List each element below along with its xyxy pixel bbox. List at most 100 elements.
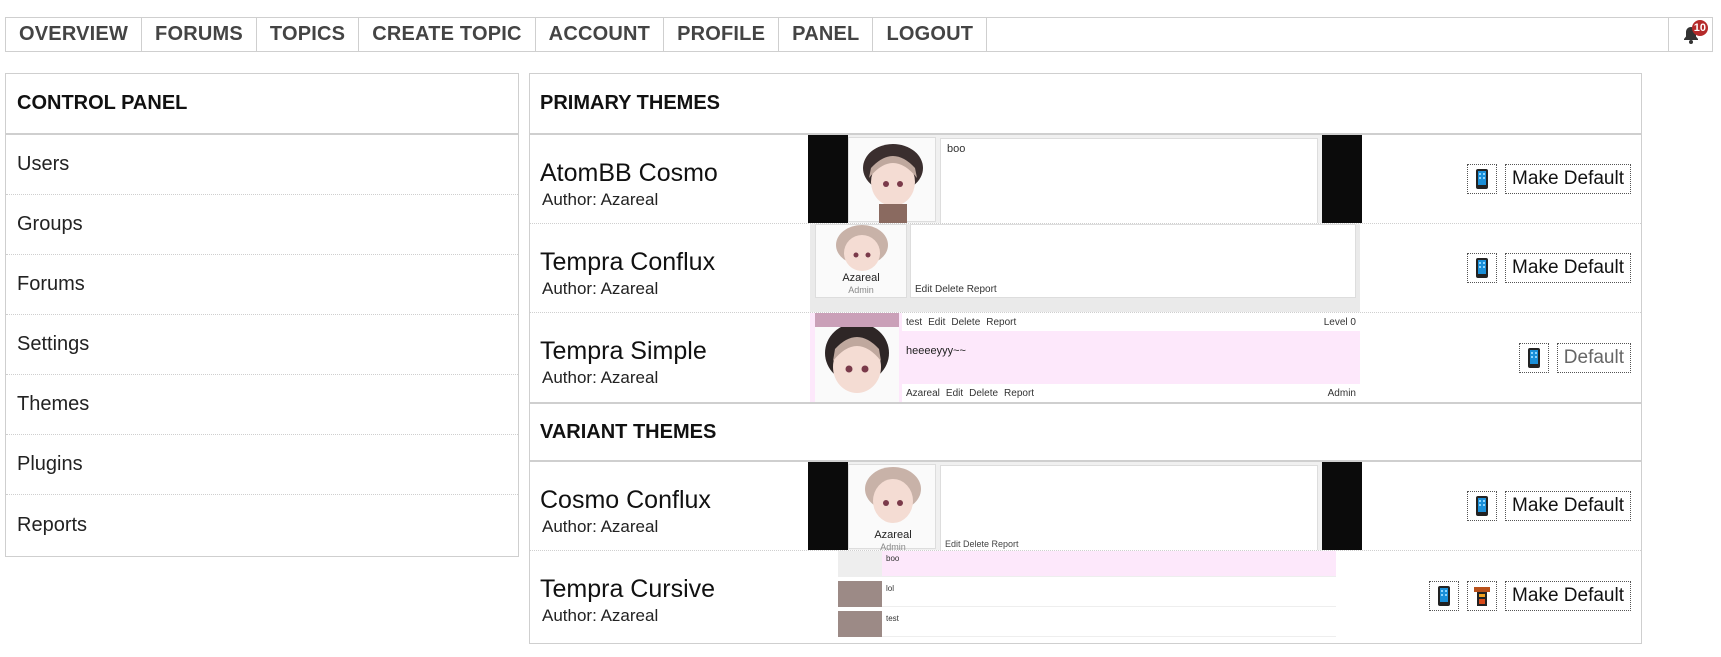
preview-author: test (906, 316, 923, 328)
default-button[interactable]: Default (1556, 342, 1631, 373)
mobile-icon (1476, 169, 1489, 189)
preview-report: Report (1004, 387, 1035, 399)
nav-forums[interactable]: FORUMS (142, 18, 257, 51)
cp-item-users[interactable]: Users (6, 135, 518, 195)
nav-logout[interactable]: LOGOUT (873, 18, 988, 51)
theme-name: AtomBB Cosmo (540, 159, 718, 187)
notifications-button[interactable]: 10 (1668, 18, 1712, 51)
nav-topics[interactable]: TOPICS (257, 18, 360, 51)
tower-icon (1474, 586, 1491, 606)
preview-level: Level 0 (1323, 316, 1356, 328)
top-nav: OVERVIEW FORUMS TOPICS CREATE TOPIC ACCO… (5, 17, 1713, 52)
theme-name: Tempra Simple (540, 337, 707, 365)
control-panel-title: CONTROL PANEL (6, 74, 518, 135)
variant-themes-title: VARIANT THEMES (530, 402, 1641, 462)
preview-message: heeeeyyy~~ (906, 345, 966, 357)
theme-author: Author: Azareal (542, 517, 659, 536)
preview-avatar (838, 551, 882, 577)
theme-row-tempra-conflux: Tempra Conflux Author: Azareal Azareal A… (530, 224, 1641, 313)
make-default-button[interactable]: Make Default (1505, 164, 1631, 194)
preview-message: test (886, 614, 899, 623)
mobile-icon (1438, 585, 1451, 606)
preview-role: Admin (848, 285, 874, 295)
make-default-button[interactable]: Make Default (1505, 253, 1631, 283)
preview-post-footer: Azareal Edit Delete Report Admin (902, 384, 1360, 402)
theme-name: Tempra Cursive (540, 575, 716, 603)
cp-item-groups[interactable]: Groups (6, 195, 518, 255)
preview-delete: Delete (969, 387, 999, 399)
preview-author: Azareal (906, 387, 940, 399)
theme-row-cosmo-conflux: Cosmo Conflux Author: Azareal Azareal Ad… (530, 462, 1641, 551)
cp-item-forums[interactable]: Forums (6, 255, 518, 315)
preview-message: boo (886, 554, 900, 563)
theme-preview: test Edit Delete Report Level 0 heeeeyyy… (810, 313, 1360, 402)
theme-actions: Default (1518, 313, 1631, 402)
cp-item-plugins[interactable]: Plugins (6, 435, 518, 495)
theme-name: Tempra Conflux (540, 248, 716, 276)
preview-role: Admin (1327, 387, 1356, 399)
theme-author: Author: Azareal (542, 606, 659, 625)
mobile-friendly-button[interactable] (1467, 253, 1498, 283)
nav-create-topic[interactable]: CREATE TOPIC (359, 18, 536, 51)
make-default-button[interactable]: Make Default (1505, 491, 1631, 521)
mobile-icon (1476, 496, 1489, 516)
cp-item-settings[interactable]: Settings (6, 315, 518, 375)
theme-row-atombb-cosmo: AtomBB Cosmo Author: Azareal boo Make De… (530, 135, 1641, 224)
preview-edit: Edit (928, 316, 946, 328)
preview-sidebar (1322, 135, 1362, 223)
preview-message: lol (886, 584, 895, 593)
make-default-button[interactable]: Make Default (1505, 580, 1631, 611)
preview-post: Edit Delete Report (940, 465, 1318, 550)
preview-username: Azareal (874, 529, 912, 541)
preview-avatar: Azareal Admin (848, 464, 936, 551)
theme-author: Author: Azareal (542, 190, 659, 209)
preview-post-header: test Edit Delete Report Level 0 (902, 313, 1360, 331)
theme-preview: boo (808, 135, 1362, 223)
control-panel: CONTROL PANEL Users Groups Forums Settin… (5, 73, 519, 557)
preview-post: boo (940, 138, 1318, 223)
notification-count-badge: 10 (1691, 20, 1708, 36)
preview-post-links: Edit Delete Report (945, 539, 1019, 549)
mobile-friendly-button[interactable] (1518, 342, 1549, 373)
preview-sidebar (808, 135, 848, 223)
preview-username: Azareal (842, 272, 880, 284)
preview-sidebar (1322, 462, 1362, 550)
preview-role: Admin (880, 542, 906, 551)
preview-post: lol (838, 581, 1336, 607)
cp-item-reports[interactable]: Reports (6, 495, 518, 555)
desktop-only-button[interactable] (1467, 580, 1498, 611)
preview-avatar (838, 611, 882, 637)
preview-avatar (815, 313, 899, 402)
preview-post-links: Edit Delete Report (915, 284, 997, 295)
nav-overview[interactable]: OVERVIEW (6, 18, 143, 51)
theme-preview: Azareal Admin Edit Delete Report (810, 224, 1360, 312)
mobile-friendly-button[interactable] (1429, 580, 1460, 611)
preview-post: Edit Delete Report (910, 224, 1356, 298)
preview-sidebar (808, 462, 848, 550)
theme-preview: Azareal Admin Edit Delete Report (808, 462, 1362, 551)
preview-avatar (838, 581, 882, 607)
mobile-friendly-button[interactable] (1467, 164, 1498, 194)
theme-actions: Make Default (1467, 462, 1631, 550)
preview-delete: Delete (951, 316, 981, 328)
themes-panel: PRIMARY THEMES AtomBB Cosmo Author: Azar… (529, 73, 1642, 644)
primary-themes-title: PRIMARY THEMES (530, 74, 1641, 135)
theme-actions: Make Default (1467, 135, 1631, 223)
preview-edit: Edit (945, 387, 964, 399)
nav-panel[interactable]: PANEL (779, 18, 874, 51)
nav-account[interactable]: ACCOUNT (536, 18, 665, 51)
cp-item-themes[interactable]: Themes (6, 375, 518, 435)
theme-actions: Make Default (1467, 224, 1631, 312)
preview-report: Report (986, 316, 1017, 328)
preview-post: boo (838, 551, 1336, 577)
preview-avatar (848, 137, 936, 223)
mobile-icon (1476, 258, 1489, 278)
preview-post: test (838, 611, 1336, 637)
nav-profile[interactable]: PROFILE (664, 18, 780, 51)
theme-author: Author: Azareal (542, 368, 659, 387)
theme-preview: boo lol test (838, 551, 1336, 640)
theme-row-tempra-simple: Tempra Simple Author: Azareal test Edit … (530, 313, 1641, 402)
theme-name: Cosmo Conflux (540, 486, 711, 514)
mobile-friendly-button[interactable] (1467, 491, 1498, 521)
